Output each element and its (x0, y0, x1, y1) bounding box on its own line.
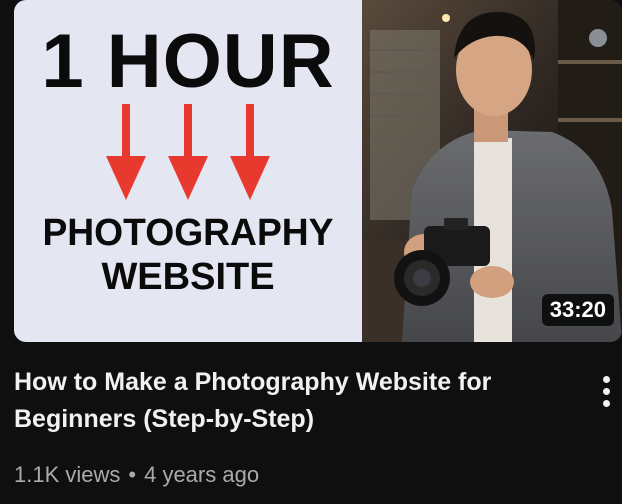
video-thumbnail[interactable]: 1 HOUR PHOTOGRAPHY WEBSITE 33:20 (14, 0, 622, 342)
thumbnail-headline-bottom: WEBSITE (101, 256, 275, 298)
video-title-line1: How to Make a Photography Website for (14, 368, 492, 396)
presenter-photo (362, 0, 622, 342)
upload-age: 4 years ago (144, 462, 260, 487)
more-vert-icon (603, 400, 610, 407)
more-vert-icon (603, 376, 610, 383)
video-card: 1 HOUR PHOTOGRAPHY WEBSITE 33:20 How to … (0, 0, 622, 504)
meta-separator: • (128, 462, 137, 487)
more-vert-icon (603, 388, 610, 395)
thumbnail-headline-top: 1 HOUR (41, 19, 335, 104)
down-arrows-icon (106, 104, 270, 200)
duration-badge: 33:20 (541, 294, 614, 326)
video-title[interactable]: How to Make a Photography Website for Be… (14, 364, 554, 438)
thumbnail-headline-mid: PHOTOGRAPHY (42, 212, 334, 254)
video-metadata: 1.1K views • 4 years ago (14, 460, 259, 490)
view-count: 1.1K views (14, 462, 121, 487)
video-title-line2: Beginners (Step-by-Step) (14, 405, 315, 433)
thumbnail-text-panel: 1 HOUR PHOTOGRAPHY WEBSITE (14, 0, 362, 342)
more-options-button[interactable] (592, 372, 620, 412)
